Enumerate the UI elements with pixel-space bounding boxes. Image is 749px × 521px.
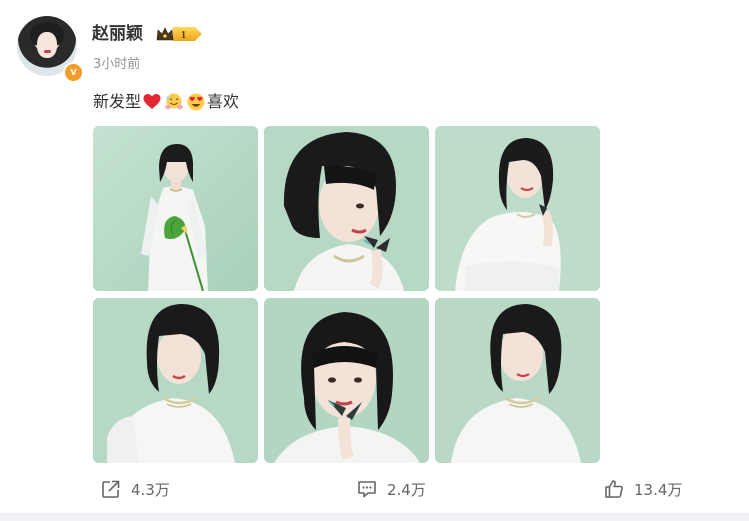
weibo-post-card: v 赵丽颖 1 3小时前 新发型 喜欢 4.3万 2.4万 13.4万 <box>0 0 749 512</box>
repost-count: 4.3万 <box>131 480 170 499</box>
crown-member-badge-icon[interactable]: 1 <box>155 25 203 43</box>
post-time[interactable]: 3小时前 <box>93 57 140 73</box>
post-image-6[interactable] <box>435 298 600 463</box>
red-heart-emoji-icon <box>143 94 161 109</box>
heart-eyes-emoji-icon <box>187 93 205 111</box>
thumbs-up-icon <box>605 480 623 498</box>
like-button[interactable]: 13.4万 <box>603 474 682 504</box>
comment-icon <box>358 481 376 498</box>
avatar-face <box>37 32 57 58</box>
post-image-3[interactable] <box>435 126 600 291</box>
image-grid <box>93 126 601 464</box>
comment-count: 2.4万 <box>387 480 426 499</box>
post-image-2[interactable] <box>264 126 429 291</box>
like-count: 13.4万 <box>634 480 683 499</box>
post-image-4[interactable] <box>93 298 258 463</box>
post-text-prefix: 新发型 <box>93 92 142 111</box>
repost-button[interactable]: 4.3万 <box>100 474 170 504</box>
avatar-lips <box>44 50 51 53</box>
verified-badge-icon: v <box>63 62 84 83</box>
post-image-5[interactable] <box>264 298 429 463</box>
feed-divider <box>0 513 749 521</box>
post-text-suffix: 喜欢 <box>207 92 240 111</box>
action-bar: 4.3万 2.4万 13.4万 <box>0 474 749 504</box>
author-name[interactable]: 赵丽颖 <box>92 23 143 45</box>
post-image-1[interactable] <box>93 126 258 291</box>
hugging-face-emoji-icon <box>165 93 184 110</box>
avatar[interactable]: v <box>17 16 84 83</box>
member-level-label: 1 <box>181 30 186 41</box>
post-text: 新发型 喜欢 <box>93 91 239 113</box>
repost-icon <box>102 480 120 498</box>
comment-button[interactable]: 2.4万 <box>356 474 426 504</box>
